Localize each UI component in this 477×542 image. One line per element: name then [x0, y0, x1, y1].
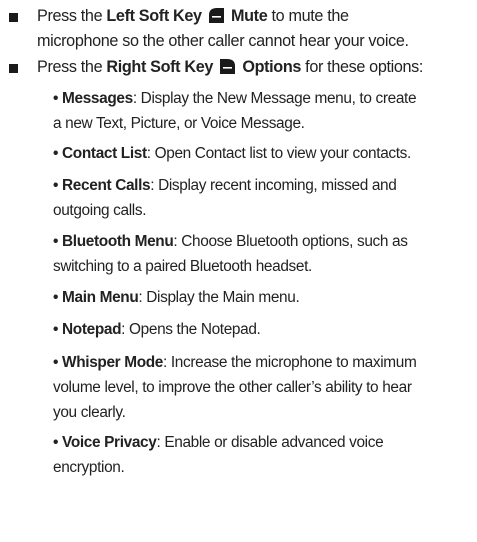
bullet-dot: • [53, 434, 59, 451]
option-term: Main Menu [62, 289, 139, 306]
option-messages: • Messages: Display the New Message menu,… [53, 86, 473, 136]
bullet-dot: • [53, 233, 59, 250]
option-term: Messages [62, 90, 133, 107]
option-main-menu: • Main Menu: Display the Main menu. [53, 285, 473, 310]
bullet-dot: • [53, 145, 59, 162]
key-name: Right Soft Key [106, 58, 214, 76]
option-desc: : Open Contact list to view your contact… [146, 145, 412, 162]
option-desc: encryption. [53, 459, 125, 476]
option-desc: : Choose Bluetooth options, such as [173, 233, 408, 250]
option-recent-calls: • Recent Calls: Display recent incoming, … [53, 173, 473, 223]
option-term: Contact List [62, 145, 147, 162]
instruction-text: Press the [37, 58, 107, 76]
bullet-dot: • [53, 289, 59, 306]
action-name: Mute [230, 7, 268, 25]
option-desc: you clearly. [53, 404, 126, 421]
option-desc: switching to a paired Bluetooth headset. [53, 258, 312, 275]
bullet-dot: • [53, 321, 59, 338]
option-term: Recent Calls [62, 177, 151, 194]
option-desc: a new Text, Picture, or Voice Message. [53, 115, 305, 132]
option-desc: : Display the New Message menu, to creat… [132, 90, 417, 107]
option-desc: outgoing calls. [53, 202, 147, 219]
bullet-square [9, 64, 18, 73]
option-voice-privacy: • Voice Privacy: Enable or disable advanc… [53, 430, 473, 480]
option-term: Bluetooth Menu [62, 233, 174, 250]
option-desc: : Display recent incoming, missed and [150, 177, 397, 194]
option-term: Whisper Mode [62, 354, 164, 371]
option-whisper-mode: • Whisper Mode: Increase the microphone t… [53, 350, 473, 425]
instruction-text: Press the [37, 7, 107, 25]
option-desc: : Enable or disable advanced voice [156, 434, 384, 451]
option-desc: : Display the Main menu. [138, 289, 300, 306]
option-desc: volume level, to improve the other calle… [53, 379, 412, 396]
bullet-dot: • [53, 354, 59, 371]
right-soft-key-icon [220, 59, 236, 74]
option-term: Voice Privacy [62, 434, 157, 451]
bullet-dot: • [53, 177, 59, 194]
bullet-square [9, 13, 18, 22]
instruction-text: for these options: [301, 58, 424, 76]
manual-page: Press the Left Soft Key Mute to mute the… [0, 0, 477, 542]
instruction-mute: Press the Left Soft Key Mute to mute the… [37, 4, 472, 54]
option-desc: : Opens the Notepad. [121, 321, 261, 338]
action-name: Options [242, 58, 302, 76]
instruction-text: microphone so the other caller cannot he… [37, 32, 409, 50]
option-desc: : Increase the microphone to maximum [163, 354, 417, 371]
instruction-options: Press the Right Soft Key Options for the… [37, 55, 472, 80]
left-soft-key-icon [208, 8, 224, 23]
option-bluetooth-menu: • Bluetooth Menu: Choose Bluetooth option… [53, 229, 473, 279]
key-name: Left Soft Key [106, 7, 202, 25]
option-contact-list: • Contact List: Open Contact list to view… [53, 141, 473, 166]
option-notepad: • Notepad: Opens the Notepad. [53, 317, 473, 342]
instruction-text: to mute the [267, 7, 350, 25]
option-term: Notepad [62, 321, 122, 338]
bullet-dot: • [53, 90, 59, 107]
